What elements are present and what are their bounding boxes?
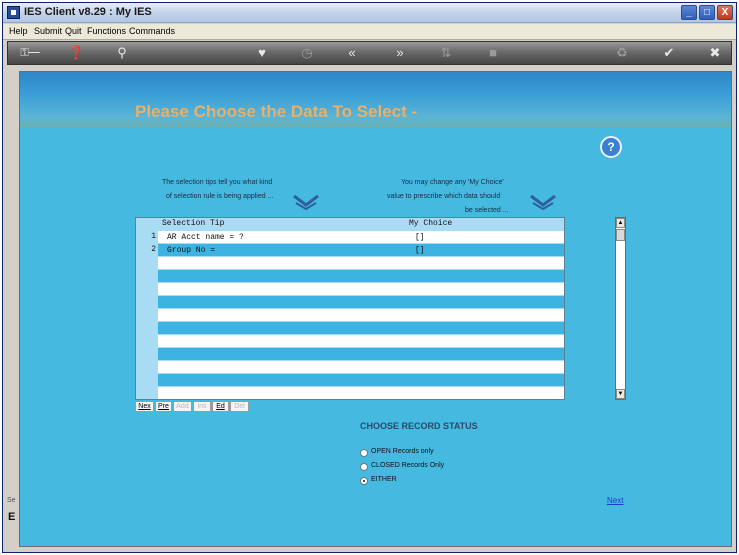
- rewind-icon[interactable]: «: [344, 45, 360, 61]
- selection-grid: Selection Tip My Choice 1 2 AR Acct name…: [135, 217, 565, 400]
- my-choice-cell[interactable]: []: [415, 246, 425, 255]
- row-number-gutter: 1 2: [136, 230, 158, 399]
- radio-either[interactable]: [360, 477, 368, 485]
- grid-header: Selection Tip My Choice: [136, 218, 564, 230]
- key-icon[interactable]: ⚿━: [16, 45, 44, 61]
- table-row[interactable]: [158, 374, 564, 386]
- table-row[interactable]: AR Acct name = ? []: [158, 231, 564, 243]
- app-window: IES Client v8.29 : My IES _ □ X Help Sub…: [2, 2, 737, 553]
- tip-right-line-3: be selected ...: [465, 207, 509, 214]
- scroll-thumb[interactable]: [616, 229, 625, 241]
- my-choice-cell[interactable]: []: [415, 233, 425, 242]
- left-strip-letter: E: [8, 511, 16, 523]
- table-row[interactable]: [158, 387, 564, 399]
- menu-commands[interactable]: Commands: [129, 26, 175, 36]
- window-title: IES Client v8.29 : My IES: [24, 6, 152, 18]
- maximize-button[interactable]: □: [699, 5, 715, 20]
- menu-functions[interactable]: Functions: [87, 26, 126, 36]
- tip-left-line-2: of selection rule is being applied ...: [166, 193, 274, 200]
- menu-quit[interactable]: Quit: [65, 26, 82, 36]
- table-row[interactable]: [158, 283, 564, 295]
- help-icon[interactable]: ?: [600, 136, 622, 158]
- grid-insert-button[interactable]: Ins: [193, 401, 211, 412]
- table-row[interactable]: [158, 322, 564, 334]
- table-row[interactable]: [158, 361, 564, 373]
- recycle-icon[interactable]: ♻: [614, 45, 630, 61]
- toolbar: ⚿━ ❓ ⚲ ♥ ◷ « » ⇅ ■ ♻ ✔ ✖: [7, 41, 732, 65]
- title-bar: IES Client v8.29 : My IES _ □ X: [3, 3, 736, 23]
- table-row[interactable]: [158, 309, 564, 321]
- header-band: Please Choose the Data To Select -: [20, 72, 731, 128]
- tip-right-line-1: You may change any 'My Choice': [401, 179, 504, 186]
- content-panel: Please Choose the Data To Select - ? The…: [19, 71, 732, 547]
- sort-icon[interactable]: ⇅: [438, 45, 454, 61]
- left-strip-text: Se: [7, 497, 16, 504]
- tip-left-line-1: The selection tips tell you what kind: [162, 179, 273, 186]
- menu-submit[interactable]: Submit: [34, 26, 62, 36]
- radio-open-records[interactable]: [360, 449, 368, 457]
- table-row[interactable]: Group No = []: [158, 244, 564, 256]
- close-icon[interactable]: ✖: [707, 45, 723, 61]
- menu-bar: Help Submit Quit Functions Commands: [3, 24, 736, 40]
- app-icon: [7, 6, 20, 19]
- row-number: 1: [151, 232, 156, 241]
- column-header-my-choice: My Choice: [409, 219, 453, 228]
- row-number: 2: [151, 245, 156, 254]
- minimize-button[interactable]: _: [681, 5, 697, 20]
- table-row[interactable]: [158, 257, 564, 269]
- radio-label-open-records: OPEN Records only: [371, 448, 434, 455]
- table-row[interactable]: [158, 348, 564, 360]
- menu-help[interactable]: Help: [9, 26, 28, 36]
- radio-closed-records[interactable]: [360, 463, 368, 471]
- grid-previous-button[interactable]: Pre: [155, 401, 172, 412]
- radio-label-either: EITHER: [371, 476, 397, 483]
- radio-label-closed-records: CLOSED Records Only: [371, 462, 445, 469]
- grid-edit-button[interactable]: Ed: [212, 401, 229, 412]
- clock-icon[interactable]: ◷: [299, 45, 315, 61]
- page-title: Please Choose the Data To Select -: [135, 102, 418, 121]
- selection-tip-cell: Group No =: [167, 246, 216, 255]
- record-status-heading: CHOOSE RECORD STATUS: [360, 421, 478, 431]
- vertical-scrollbar[interactable]: ▲ ▼: [615, 217, 626, 400]
- left-strip: Se E: [7, 493, 19, 543]
- chevron-down-icon: [293, 194, 319, 210]
- chevron-down-icon: [530, 194, 556, 210]
- checkmark-icon[interactable]: ✔: [661, 45, 677, 61]
- stop-icon[interactable]: ■: [485, 45, 501, 61]
- table-row[interactable]: [158, 296, 564, 308]
- help-circle-icon[interactable]: ❓: [68, 45, 84, 61]
- search-icon[interactable]: ⚲: [114, 45, 130, 61]
- tip-right-line-2: value to prescribe which data should: [387, 193, 501, 200]
- column-header-selection-tip: Selection Tip: [162, 219, 225, 228]
- table-row[interactable]: [158, 335, 564, 347]
- scroll-up-arrow-icon[interactable]: ▲: [616, 218, 625, 228]
- fast-forward-icon[interactable]: »: [392, 45, 408, 61]
- next-link[interactable]: Next: [607, 496, 623, 505]
- grid-next-button[interactable]: Nex: [135, 401, 154, 412]
- grid-delete-button[interactable]: Del: [230, 401, 249, 412]
- close-window-button[interactable]: X: [717, 5, 733, 20]
- selection-tip-cell: AR Acct name = ?: [167, 233, 244, 242]
- heart-icon[interactable]: ♥: [254, 45, 270, 61]
- table-row[interactable]: [158, 270, 564, 282]
- grid-add-button[interactable]: Add: [173, 401, 192, 412]
- scroll-down-arrow-icon[interactable]: ▼: [616, 389, 625, 399]
